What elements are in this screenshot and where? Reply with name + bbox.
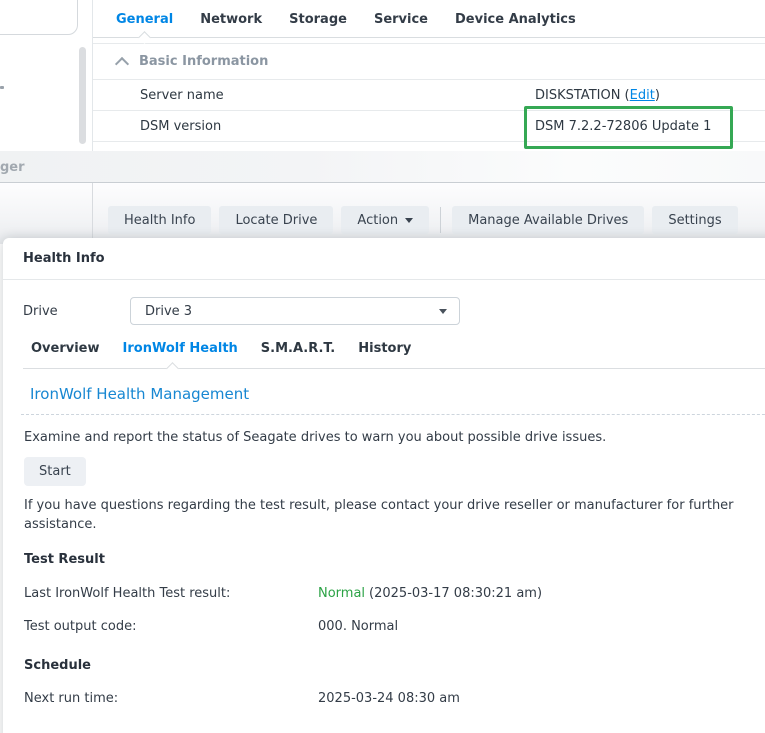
settings-window-fragment: General Network Storage Service Device A… — [0, 0, 765, 151]
server-name-row: Server name DISKSTATION (Edit) — [93, 80, 765, 111]
section-title: Basic Information — [139, 54, 268, 69]
settings-tab-strip: General Network Storage Service Device A… — [93, 0, 765, 38]
tab-device-analytics[interactable]: Device Analytics — [455, 12, 576, 27]
drive-select-row: Drive Drive 3 — [23, 297, 765, 325]
next-run-time-label: Next run time: — [24, 691, 318, 706]
dialog-title: Health Info — [3, 238, 765, 280]
next-run-time-row: Next run time: 2025-03-24 08:30 am — [24, 691, 765, 706]
storage-manager-toolbar: Health Info Locate Drive Action Manage A… — [0, 182, 765, 244]
caret-down-icon — [405, 218, 413, 223]
toolbar-divider — [92, 183, 93, 244]
schedule-heading: Schedule — [24, 658, 765, 673]
dsm-version-row: DSM version DSM 7.2.2-72806 Update 1 — [93, 111, 765, 142]
drive-label: Drive — [23, 304, 130, 319]
tab-overview[interactable]: Overview — [31, 341, 100, 356]
clipped-text-fragment — [0, 86, 4, 89]
tab-service[interactable]: Service — [374, 12, 428, 27]
toolbar-separator — [440, 207, 441, 233]
settings-button-label: Settings — [668, 213, 721, 228]
server-name-suffix: ) — [655, 88, 660, 103]
screen: General Network Storage Service Device A… — [0, 0, 765, 733]
test-output-code-value: 000. Normal — [318, 619, 398, 634]
test-output-code-label: Test output code: — [24, 619, 318, 634]
drive-select-value: Drive 3 — [145, 304, 192, 319]
server-name-value: DISKSTATION (Edit) — [535, 88, 660, 103]
server-name-text: DISKSTATION ( — [535, 88, 630, 103]
health-info-button-label: Health Info — [124, 213, 195, 228]
ironwolf-health-heading: IronWolf Health Management — [30, 385, 765, 403]
action-button-label: Action — [357, 213, 398, 228]
locate-drive-button-label: Locate Drive — [235, 213, 317, 228]
test-output-code-row: Test output code: 000. Normal — [24, 619, 765, 634]
settings-tabs-area: General Network Storage Service Device A… — [93, 0, 765, 142]
tab-history[interactable]: History — [358, 341, 411, 356]
dsm-version-value: DSM 7.2.2-72806 Update 1 — [535, 119, 711, 134]
search-input-fragment[interactable] — [0, 0, 78, 35]
next-run-time-value: 2025-03-24 08:30 am — [318, 691, 460, 706]
tab-storage[interactable]: Storage — [289, 12, 347, 27]
manage-available-drives-label: Manage Available Drives — [468, 213, 628, 228]
last-test-result-row: Last IronWolf Health Test result: Normal… — [24, 586, 765, 601]
edit-link[interactable]: Edit — [630, 88, 655, 103]
chevron-up-icon — [115, 56, 129, 70]
tab-general[interactable]: General — [116, 12, 173, 27]
desktop-gap: ger — [0, 151, 765, 182]
tab-smart[interactable]: S.M.A.R.T. — [261, 341, 335, 356]
last-test-result-label: Last IronWolf Health Test result: — [24, 586, 318, 601]
settings-button[interactable]: Settings — [652, 206, 737, 234]
last-test-result-value: Normal (2025-03-17 08:30:21 am) — [318, 586, 542, 601]
basic-information-section: Basic Information Server name DISKSTATIO… — [93, 43, 765, 142]
action-dropdown-button[interactable]: Action — [341, 206, 429, 234]
active-tab-notch — [138, 31, 151, 44]
start-button[interactable]: Start — [24, 457, 86, 486]
manage-available-drives-button[interactable]: Manage Available Drives — [452, 206, 644, 234]
basic-information-header[interactable]: Basic Information — [93, 44, 765, 80]
dashed-divider — [21, 414, 765, 415]
caret-down-icon — [439, 309, 447, 314]
tab-network[interactable]: Network — [200, 12, 262, 27]
health-info-button[interactable]: Health Info — [108, 206, 211, 234]
sidebar-scrollbar-thumb[interactable] — [79, 47, 86, 144]
server-name-label: Server name — [140, 88, 535, 103]
storage-manager-title-fragment: ger — [0, 160, 25, 175]
dialog-tab-strip: Overview IronWolf Health S.M.A.R.T. Hist… — [23, 341, 765, 369]
tab-ironwolf-health[interactable]: IronWolf Health — [123, 341, 238, 356]
toolbar-buttons: Health Info Locate Drive Action Manage A… — [108, 206, 738, 234]
description-text: Examine and report the status of Seagate… — [24, 430, 765, 445]
dsm-version-label: DSM version — [140, 119, 535, 134]
locate-drive-button[interactable]: Locate Drive — [219, 206, 333, 234]
dialog-body: Drive Drive 3 Overview IronWolf Health S… — [3, 297, 765, 706]
drive-select[interactable]: Drive 3 — [130, 297, 460, 325]
active-tab-notch — [166, 362, 179, 375]
test-result-heading: Test Result — [24, 552, 765, 567]
health-info-dialog: Health Info Drive Drive 3 Overview IronW… — [3, 238, 765, 733]
status-timestamp: (2025-03-17 08:30:21 am) — [369, 586, 542, 601]
note-text: If you have questions regarding the test… — [24, 496, 765, 534]
status-normal: Normal — [318, 586, 365, 601]
